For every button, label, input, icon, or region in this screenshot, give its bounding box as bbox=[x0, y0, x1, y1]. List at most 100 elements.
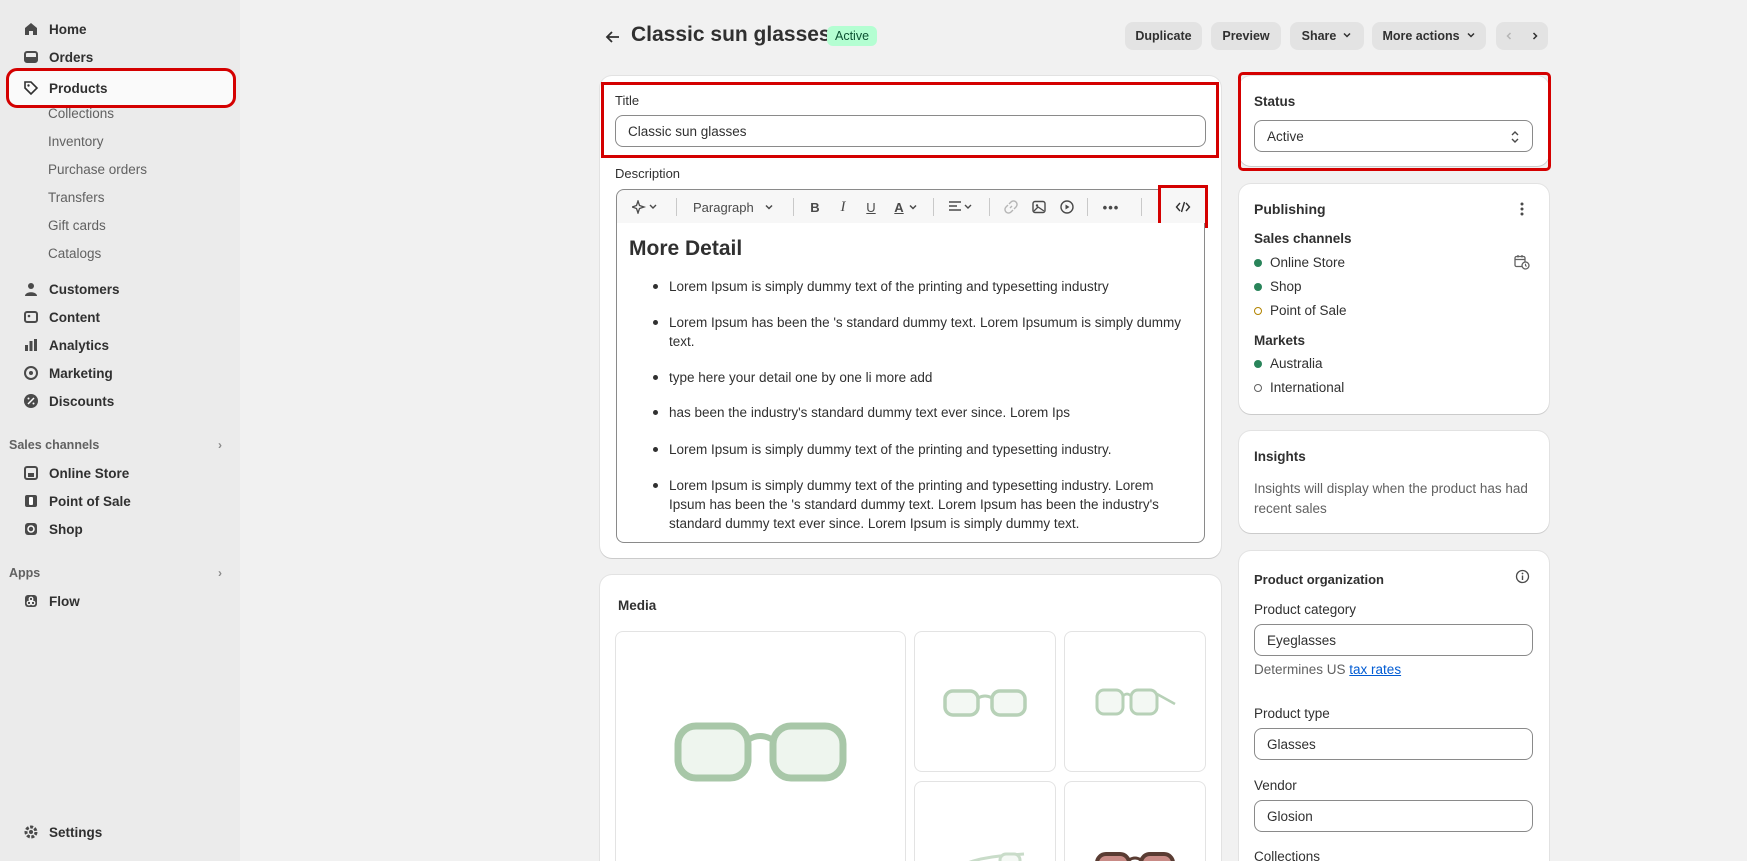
text-color-icon[interactable]: A bbox=[891, 198, 921, 216]
media-thumbnail[interactable] bbox=[914, 781, 1056, 861]
product-type-label: Product type bbox=[1254, 706, 1330, 721]
nav-home-label: Home bbox=[49, 21, 87, 37]
kebab-menu-icon[interactable] bbox=[1515, 200, 1529, 218]
nav-home[interactable]: Home bbox=[9, 15, 233, 43]
sales-channels-header: Sales channels bbox=[9, 438, 100, 452]
nav-marketing[interactable]: Marketing bbox=[9, 359, 233, 387]
italic-icon[interactable]: I bbox=[835, 198, 851, 216]
title-input[interactable]: Classic sun glasses bbox=[615, 115, 1206, 147]
status-select[interactable]: Active bbox=[1254, 120, 1533, 152]
vendor-label: Vendor bbox=[1254, 778, 1297, 793]
nav-discounts-label: Discounts bbox=[49, 393, 115, 409]
discount-icon bbox=[23, 393, 39, 409]
info-icon[interactable] bbox=[1515, 569, 1530, 587]
insert-video-icon[interactable] bbox=[1059, 198, 1075, 216]
nav-shop[interactable]: Shop bbox=[9, 515, 233, 543]
chevron-down-icon bbox=[1342, 30, 1352, 43]
bold-icon[interactable]: B bbox=[807, 198, 823, 216]
nav-collections[interactable]: Collections bbox=[48, 101, 114, 125]
home-icon bbox=[23, 21, 39, 37]
underline-icon[interactable]: U bbox=[863, 198, 879, 216]
duplicate-button[interactable]: Duplicate bbox=[1125, 22, 1202, 50]
nav-flow[interactable]: Flow bbox=[9, 587, 233, 615]
sales-channels-section[interactable]: Sales channels › bbox=[9, 434, 222, 456]
nav-customers[interactable]: Customers bbox=[9, 275, 233, 303]
chevron-right-icon: › bbox=[218, 566, 222, 580]
store-icon bbox=[23, 465, 39, 481]
nav-transfers[interactable]: Transfers bbox=[48, 185, 105, 209]
media-thumbnail[interactable] bbox=[1064, 631, 1206, 772]
nav-content[interactable]: Content bbox=[9, 303, 233, 331]
back-arrow-icon[interactable] bbox=[603, 27, 623, 47]
link-icon[interactable] bbox=[1003, 198, 1019, 216]
nav-shop-label: Shop bbox=[49, 521, 83, 537]
nav-purchase-orders[interactable]: Purchase orders bbox=[48, 157, 147, 181]
nav-inventory[interactable]: Inventory bbox=[48, 129, 104, 153]
pos-icon bbox=[23, 493, 39, 509]
next-icon[interactable] bbox=[1522, 31, 1548, 41]
more-actions-button[interactable]: More actions bbox=[1372, 22, 1486, 50]
nav-catalogs[interactable]: Catalogs bbox=[48, 241, 101, 265]
nav-online-store[interactable]: Online Store bbox=[9, 459, 233, 487]
align-icon[interactable] bbox=[947, 198, 977, 216]
share-button[interactable]: Share bbox=[1290, 22, 1364, 50]
tax-note-text: Determines US bbox=[1254, 662, 1346, 677]
nav-online-store-label: Online Store bbox=[49, 465, 130, 481]
product-organization-title: Product organization bbox=[1254, 572, 1384, 587]
media-thumbnail[interactable] bbox=[914, 631, 1056, 772]
more-options-icon[interactable]: ••• bbox=[1101, 198, 1121, 216]
description-editor[interactable]: More Detail Lorem Ipsum is simply dummy … bbox=[616, 223, 1205, 543]
preview-button[interactable]: Preview bbox=[1211, 22, 1281, 50]
nav-flow-label: Flow bbox=[49, 593, 80, 609]
publishing-title: Publishing bbox=[1254, 201, 1326, 217]
product-category-input[interactable]: Eyeglasses bbox=[1254, 624, 1533, 656]
nav-marketing-label: Marketing bbox=[49, 365, 113, 381]
nav-products[interactable]: Products bbox=[6, 68, 236, 108]
nav-orders[interactable]: Orders bbox=[9, 43, 233, 71]
channel-online-store: Online Store bbox=[1270, 255, 1346, 270]
nav-point-of-sale[interactable]: Point of Sale bbox=[9, 487, 233, 515]
media-title: Media bbox=[618, 598, 657, 613]
media-main-image[interactable] bbox=[615, 631, 906, 861]
description-label: Description bbox=[615, 166, 681, 181]
market-status-dot bbox=[1254, 384, 1262, 392]
collections-label: Collections bbox=[1254, 849, 1321, 861]
insights-text: Insights will display when the product h… bbox=[1254, 481, 1528, 516]
status-select-value: Active bbox=[1267, 128, 1304, 144]
flow-icon bbox=[23, 593, 39, 609]
nav-gift-cards[interactable]: Gift cards bbox=[48, 213, 106, 237]
html-code-button[interactable] bbox=[1158, 185, 1208, 228]
nav-settings[interactable]: Settings bbox=[9, 818, 233, 846]
product-category-label: Product category bbox=[1254, 602, 1357, 617]
gear-icon bbox=[23, 824, 39, 840]
paragraph-dropdown[interactable]: Paragraph bbox=[693, 198, 783, 216]
share-label: Share bbox=[1301, 29, 1337, 43]
previous-icon[interactable] bbox=[1496, 31, 1522, 41]
apps-section[interactable]: Apps › bbox=[9, 562, 222, 584]
tag-icon bbox=[23, 80, 39, 96]
pagination bbox=[1496, 22, 1548, 50]
ai-sparkle-icon[interactable] bbox=[629, 198, 663, 216]
channel-point-of-sale: Point of Sale bbox=[1270, 303, 1347, 318]
code-icon bbox=[1175, 201, 1191, 212]
nav-analytics[interactable]: Analytics bbox=[9, 331, 233, 359]
nav-settings-label: Settings bbox=[49, 824, 103, 840]
channel-status-dot bbox=[1254, 307, 1262, 315]
sidebar: Home Orders Products Collections Invento… bbox=[0, 0, 240, 861]
nav-discounts[interactable]: Discounts bbox=[9, 387, 233, 415]
editor-toolbar: Paragraph B I U A ••• bbox=[616, 189, 1205, 223]
nav-customers-label: Customers bbox=[49, 281, 120, 297]
target-icon bbox=[23, 365, 39, 381]
channel-shop: Shop bbox=[1270, 279, 1302, 294]
vendor-input[interactable]: Glosion bbox=[1254, 800, 1533, 832]
nav-analytics-label: Analytics bbox=[49, 337, 110, 353]
product-type-input[interactable]: Glasses bbox=[1254, 728, 1533, 760]
media-thumbnail[interactable] bbox=[1064, 781, 1206, 861]
person-icon bbox=[23, 281, 39, 297]
more-actions-label: More actions bbox=[1382, 29, 1460, 43]
schedule-calendar-icon[interactable] bbox=[1514, 254, 1530, 273]
insert-image-icon[interactable] bbox=[1031, 198, 1047, 216]
channel-status-dot bbox=[1254, 259, 1262, 267]
list-item: Lorem Ipsum has been the 's standard dum… bbox=[653, 313, 1189, 351]
tax-rates-link[interactable]: tax rates bbox=[1349, 662, 1401, 677]
